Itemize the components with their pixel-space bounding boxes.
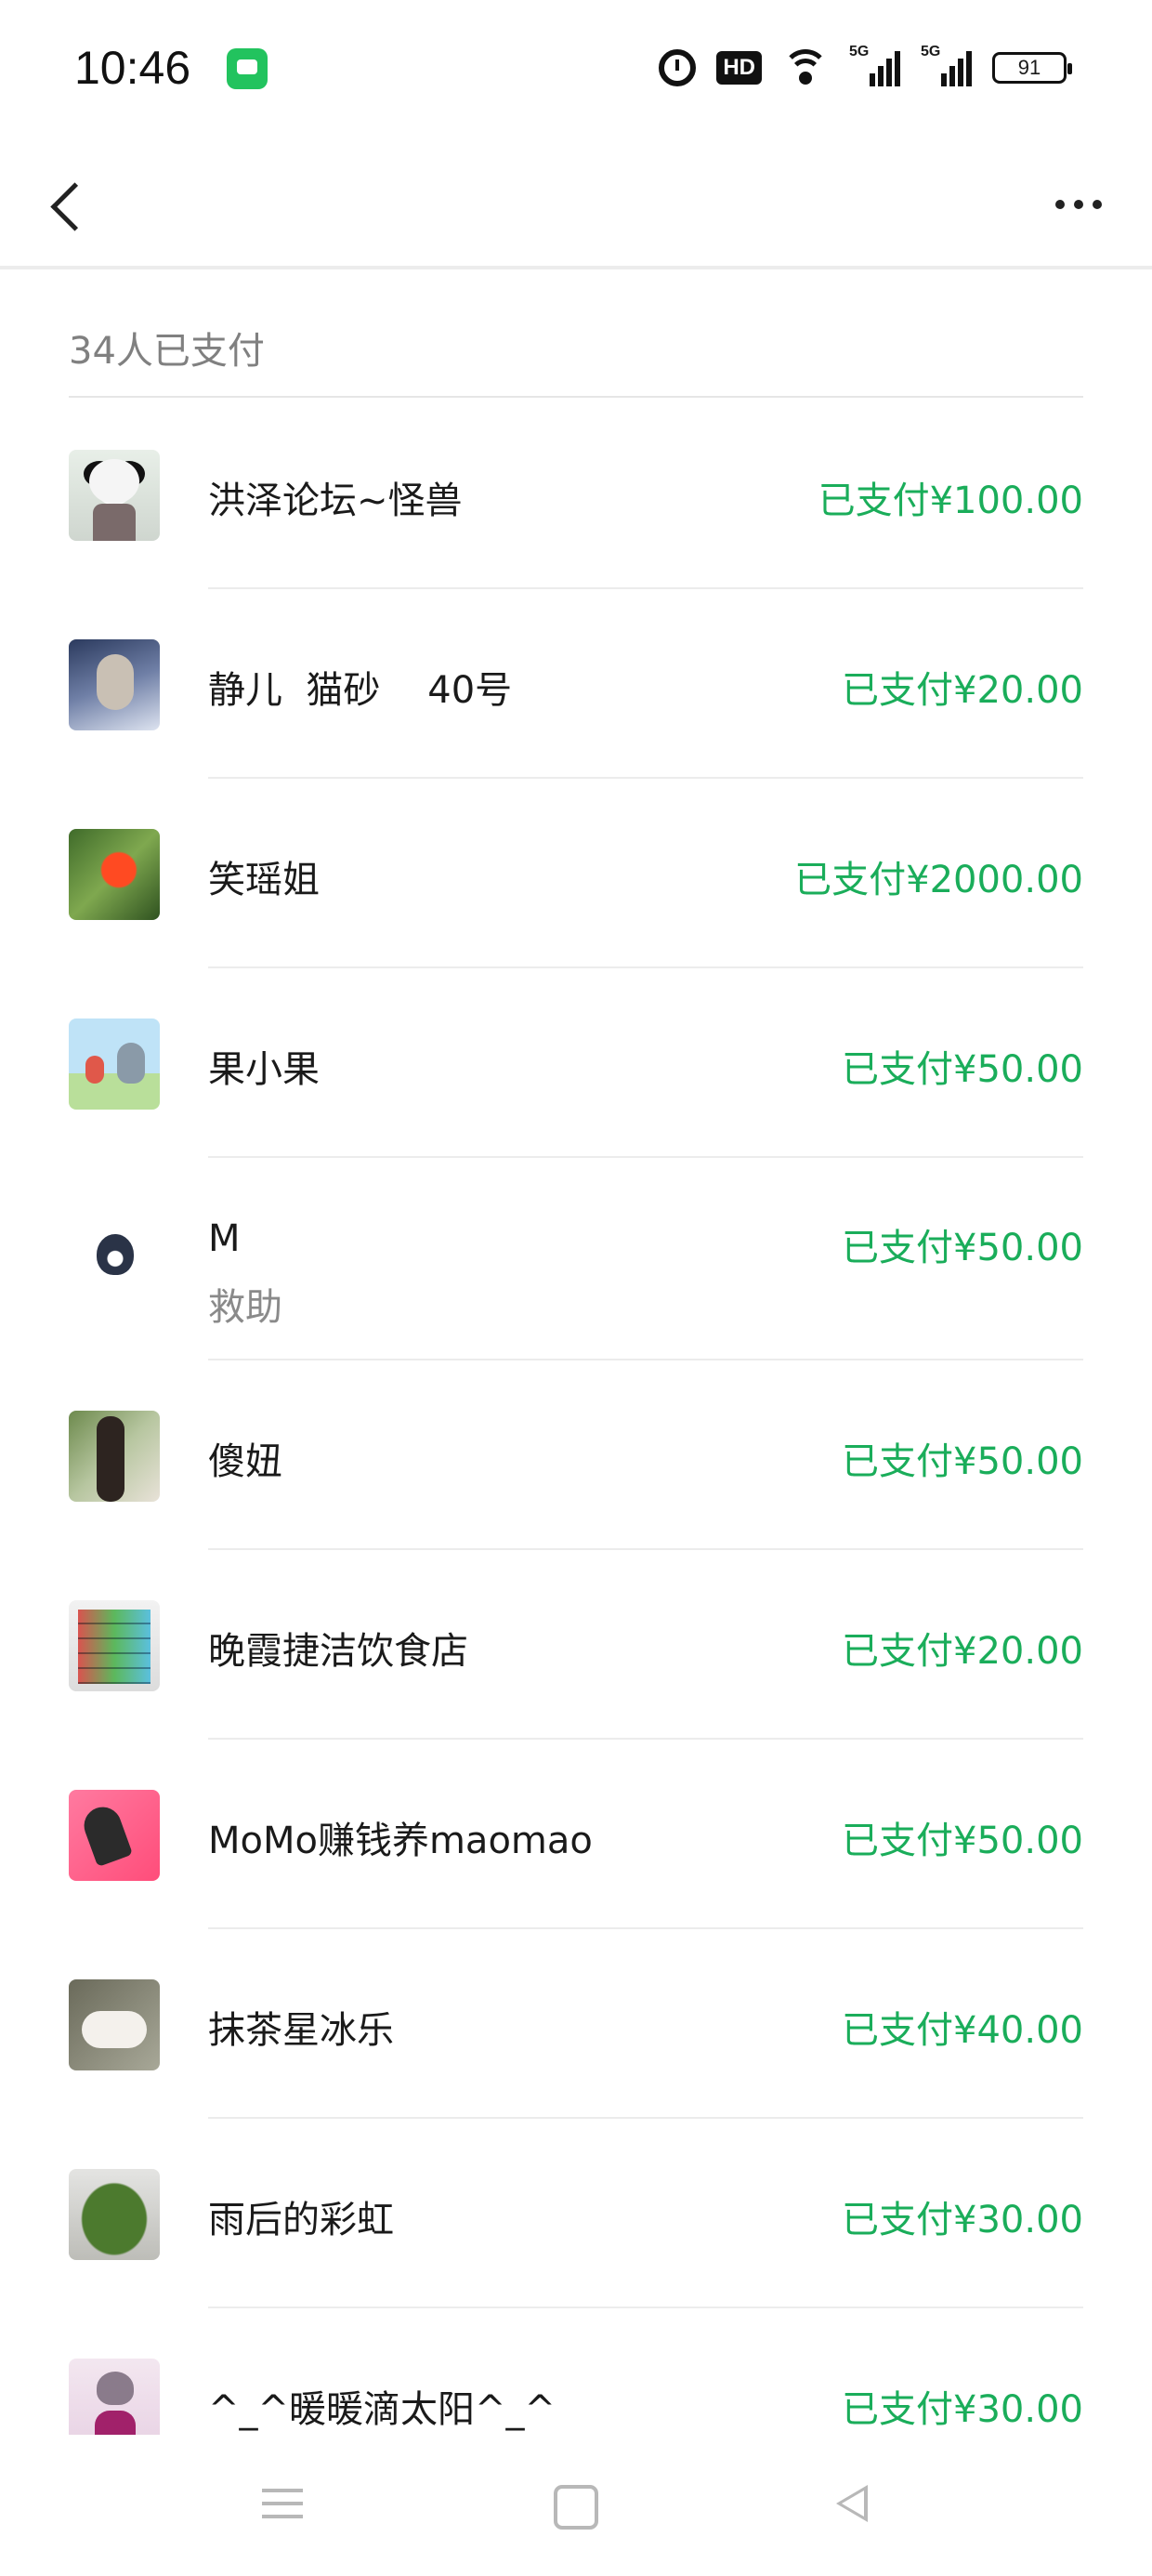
payer-row[interactable]: 笑瑶姐 已支付¥2000.00 [0, 779, 1152, 968]
more-dot-icon [1093, 200, 1102, 209]
paid-amount: 已支付¥2000.00 [794, 859, 1083, 901]
payer-row[interactable]: 静儿 猫砂 40号 已支付¥20.00 [0, 589, 1152, 779]
paid-amount: 已支付¥30.00 [842, 2388, 1083, 2431]
payer-row[interactable]: 抹茶星冰乐 已支付¥40.00 [0, 1929, 1152, 2119]
battery-icon: 91 [992, 52, 1072, 84]
payer-name: 果小果 [208, 1048, 320, 1091]
payer-row[interactable]: 洪泽论坛~怪兽 已支付¥100.00 [0, 400, 1152, 589]
home-icon[interactable] [544, 2476, 600, 2531]
payer-name: ^_^暖暖滴太阳^_^ [208, 2388, 556, 2431]
signal-5g-icon: 5G [921, 44, 972, 86]
payer-name: 傻妞 [208, 1440, 282, 1483]
payer-note: 救助 [208, 1286, 282, 1329]
hd-icon: HD [716, 51, 762, 85]
status-icons: HD 5G 5G 91 [659, 43, 1072, 93]
signal-label: 5G [849, 44, 870, 59]
paid-amount: 已支付¥50.00 [842, 1440, 1083, 1483]
message-app-icon [227, 48, 268, 89]
status-time: 10:46 [74, 42, 191, 94]
avatar [69, 829, 160, 920]
avatar [69, 1019, 160, 1110]
avatar [69, 2169, 160, 2260]
payer-name: 静儿 猫砂 40号 [208, 669, 513, 712]
avatar [69, 1979, 160, 2070]
back-button[interactable] [35, 167, 110, 242]
paid-count-summary: 34人已支付 [69, 330, 265, 373]
menu-icon[interactable] [255, 2476, 310, 2531]
paid-amount: 已支付¥50.00 [842, 1048, 1083, 1091]
paid-amount: 已支付¥30.00 [842, 2199, 1083, 2241]
payer-name: 雨后的彩虹 [208, 2199, 394, 2241]
divider [69, 396, 1083, 398]
avatar [69, 1208, 160, 1299]
payer-name: 抹茶星冰乐 [208, 2009, 394, 2052]
payer-row[interactable]: 雨后的彩虹 已支付¥30.00 [0, 2119, 1152, 2308]
payer-name: MoMo赚钱养maomao [208, 1820, 593, 1862]
payer-row[interactable]: 果小果 已支付¥50.00 [0, 968, 1152, 1158]
signal-label: 5G [921, 44, 941, 59]
status-bar: 10:46 HD 5G 5G 91 [0, 0, 1152, 139]
paid-amount: 已支付¥50.00 [842, 1820, 1083, 1862]
avatar [69, 1411, 160, 1502]
payer-name: 晚霞捷洁饮食店 [208, 1630, 468, 1673]
payer-row[interactable]: 傻妞 已支付¥50.00 [0, 1360, 1152, 1550]
more-dot-icon [1055, 200, 1065, 209]
avatar [69, 1790, 160, 1881]
payer-name: 笑瑶姐 [208, 859, 320, 901]
nav-bar [0, 139, 1152, 269]
back-triangle-icon[interactable] [825, 2476, 881, 2531]
wifi-icon [782, 49, 829, 86]
paid-amount: 已支付¥50.00 [842, 1227, 1083, 1269]
avatar [69, 639, 160, 730]
paid-amount: 已支付¥20.00 [842, 1630, 1083, 1673]
system-navigation-bar [0, 2435, 1152, 2576]
paid-amount: 已支付¥100.00 [818, 480, 1083, 522]
paid-amount: 已支付¥20.00 [842, 669, 1083, 712]
signal-5g-icon: 5G [849, 44, 900, 86]
payer-name: 洪泽论坛~怪兽 [208, 480, 463, 522]
more-options-button[interactable] [1046, 177, 1111, 232]
avatar [69, 450, 160, 541]
payer-list: 洪泽论坛~怪兽 已支付¥100.00 静儿 猫砂 40号 已支付¥20.00 笑… [0, 400, 1152, 2498]
paid-amount: 已支付¥40.00 [842, 2009, 1083, 2052]
payer-row[interactable]: M 救助 已支付¥50.00 [0, 1158, 1152, 1360]
payer-name: M [208, 1217, 241, 1260]
payer-row[interactable]: 晚霞捷洁饮食店 已支付¥20.00 [0, 1550, 1152, 1740]
more-dot-icon [1074, 200, 1083, 209]
avatar [69, 1600, 160, 1691]
payer-row[interactable]: MoMo赚钱养maomao 已支付¥50.00 [0, 1740, 1152, 1929]
alarm-icon [659, 49, 697, 86]
